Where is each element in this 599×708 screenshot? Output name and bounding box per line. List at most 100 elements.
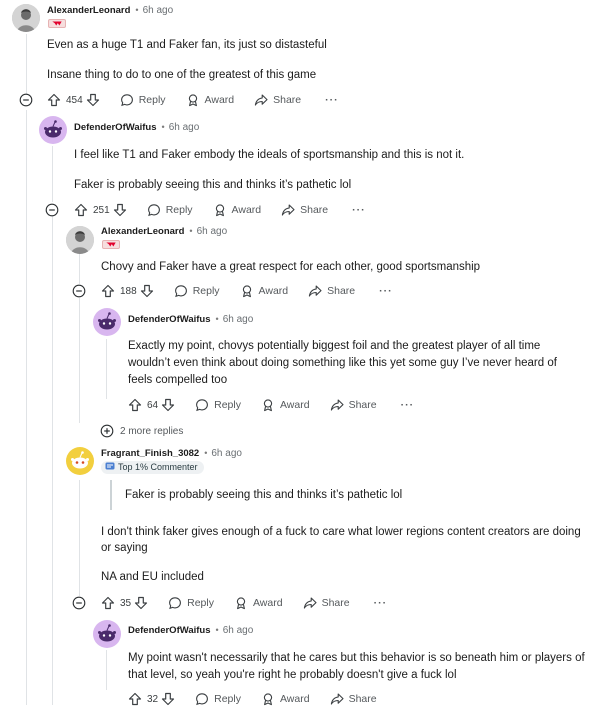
reply-button[interactable]: Reply bbox=[120, 93, 166, 107]
meta-separator: • bbox=[215, 314, 219, 324]
vote-score: 188 bbox=[120, 285, 137, 297]
award-label: Award bbox=[258, 285, 289, 297]
downvote-icon[interactable] bbox=[161, 692, 175, 706]
reply-button[interactable]: Reply bbox=[195, 692, 241, 706]
comment-body-paragraph: Even as a huge T1 and Faker fan, its jus… bbox=[47, 39, 327, 51]
comment-body-paragraph: Faker is probably seeing this and thinks… bbox=[74, 179, 352, 191]
award-button[interactable]: Award bbox=[186, 93, 235, 107]
reply-button[interactable]: Reply bbox=[168, 596, 214, 610]
share-button[interactable]: Share bbox=[254, 93, 301, 107]
more-options-button[interactable]: ··· bbox=[352, 204, 366, 216]
reply-label: Reply bbox=[165, 204, 193, 216]
collapse-thread-button[interactable] bbox=[19, 93, 33, 107]
avatar[interactable] bbox=[66, 447, 94, 475]
comment-meta: DefenderOfWaifus • 6h ago bbox=[128, 622, 253, 638]
timestamp[interactable]: 6h ago bbox=[143, 5, 174, 16]
thread-line bbox=[79, 480, 80, 596]
commenter-badge-label: Top 1% Commenter bbox=[118, 462, 198, 472]
more-options-button[interactable]: ··· bbox=[379, 285, 393, 297]
downvote-icon[interactable] bbox=[140, 284, 154, 298]
author-name[interactable]: AlexanderLeonard bbox=[47, 5, 130, 16]
award-button[interactable]: Award bbox=[261, 692, 310, 706]
vote-score: 64 bbox=[147, 399, 159, 411]
upvote-icon[interactable] bbox=[128, 692, 142, 706]
meta-separator: • bbox=[189, 226, 193, 236]
share-label: Share bbox=[321, 597, 350, 609]
vote-score: 35 bbox=[120, 597, 132, 609]
commenter-icon bbox=[105, 461, 115, 471]
downvote-icon[interactable] bbox=[86, 93, 100, 107]
comment-meta: DefenderOfWaifus • 6h ago bbox=[74, 119, 199, 135]
author-name[interactable]: DefenderOfWaifus bbox=[74, 122, 157, 133]
share-icon bbox=[330, 692, 344, 706]
timestamp[interactable]: 6h ago bbox=[169, 122, 200, 133]
reply-icon bbox=[168, 596, 182, 610]
reply-button[interactable]: Reply bbox=[147, 203, 193, 217]
share-button[interactable]: Share bbox=[303, 596, 350, 610]
downvote-icon[interactable] bbox=[134, 596, 148, 610]
comment-body-paragraph: Chovy and Faker have a great respect for… bbox=[101, 261, 481, 273]
upvote-icon[interactable] bbox=[74, 203, 88, 217]
comment-body-paragraph: that level, so yeah you're right he prob… bbox=[128, 669, 457, 681]
award-button[interactable]: Award bbox=[261, 398, 310, 412]
timestamp[interactable]: 6h ago bbox=[223, 625, 254, 636]
timestamp[interactable]: 6h ago bbox=[211, 448, 242, 459]
collapse-thread-button[interactable] bbox=[72, 596, 86, 610]
upvote-icon[interactable] bbox=[128, 398, 142, 412]
share-button[interactable]: Share bbox=[308, 284, 355, 298]
award-label: Award bbox=[204, 94, 235, 106]
share-button[interactable]: Share bbox=[330, 398, 377, 412]
comment-meta: AlexanderLeonard • 6h ago bbox=[47, 2, 173, 18]
share-button[interactable]: Share bbox=[330, 692, 377, 706]
reply-icon bbox=[174, 284, 188, 298]
avatar[interactable] bbox=[12, 4, 40, 32]
collapse-thread-button[interactable] bbox=[72, 284, 86, 298]
timestamp[interactable]: 6h ago bbox=[223, 314, 254, 325]
avatar[interactable] bbox=[93, 308, 121, 336]
share-icon bbox=[254, 93, 268, 107]
upvote-icon[interactable] bbox=[101, 284, 115, 298]
collapse-icon bbox=[45, 203, 59, 217]
comment-body-paragraph: My point wasn't necessarily that he care… bbox=[128, 652, 585, 664]
downvote-icon[interactable] bbox=[161, 398, 175, 412]
collapse-icon bbox=[72, 284, 86, 298]
vote-score: 32 bbox=[147, 693, 159, 705]
reply-button[interactable]: Reply bbox=[195, 398, 241, 412]
award-icon bbox=[261, 692, 275, 706]
upvote-icon[interactable] bbox=[47, 93, 61, 107]
award-button[interactable]: Award bbox=[234, 596, 283, 610]
snoo-avatar-icon bbox=[66, 447, 94, 475]
downvote-icon[interactable] bbox=[113, 203, 127, 217]
award-button[interactable]: Award bbox=[213, 203, 262, 217]
reply-label: Reply bbox=[192, 285, 220, 297]
more-options-button[interactable]: ··· bbox=[401, 399, 415, 411]
timestamp[interactable]: 6h ago bbox=[197, 226, 228, 237]
user-flair bbox=[48, 19, 66, 28]
more-options-button[interactable]: ··· bbox=[325, 94, 339, 106]
thread-line bbox=[26, 34, 27, 96]
author-name[interactable]: AlexanderLeonard bbox=[101, 226, 184, 237]
more-replies-link[interactable]: 2 more replies bbox=[100, 423, 183, 439]
avatar[interactable] bbox=[66, 226, 94, 254]
award-label: Award bbox=[231, 204, 262, 216]
author-name[interactable]: Fragrant_Finish_3082 bbox=[101, 448, 199, 459]
author-name[interactable]: DefenderOfWaifus bbox=[128, 314, 211, 325]
snoo-avatar-icon bbox=[39, 116, 67, 144]
collapse-thread-button[interactable] bbox=[45, 203, 59, 217]
avatar[interactable] bbox=[93, 620, 121, 648]
avatar[interactable] bbox=[39, 116, 67, 144]
more-options-button[interactable]: ··· bbox=[374, 597, 388, 609]
comment-actions: 454 Reply Award Share ··· bbox=[47, 91, 339, 109]
upvote-icon[interactable] bbox=[101, 596, 115, 610]
user-photo-icon bbox=[66, 226, 94, 254]
award-icon bbox=[186, 93, 200, 107]
snoo-avatar-icon bbox=[93, 620, 121, 648]
collapse-icon bbox=[72, 596, 86, 610]
award-button[interactable]: Award bbox=[240, 284, 289, 298]
reply-icon bbox=[147, 203, 161, 217]
thread-line bbox=[106, 650, 107, 690]
share-button[interactable]: Share bbox=[281, 203, 328, 217]
author-name[interactable]: DefenderOfWaifus bbox=[128, 625, 211, 636]
reply-button[interactable]: Reply bbox=[174, 284, 220, 298]
thread-line bbox=[79, 254, 80, 284]
